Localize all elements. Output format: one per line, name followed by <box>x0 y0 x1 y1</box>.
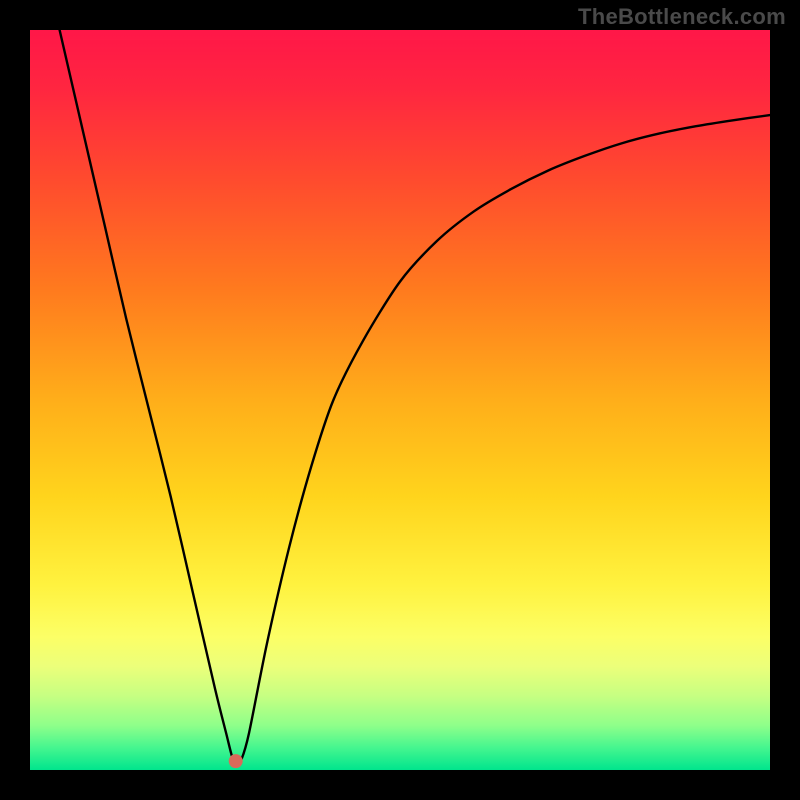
bottleneck-chart: TheBottleneck.com <box>0 0 800 800</box>
chart-canvas <box>0 0 800 800</box>
optimal-point-marker <box>229 754 243 768</box>
watermark-label: TheBottleneck.com <box>578 4 786 30</box>
plot-background <box>30 30 770 770</box>
